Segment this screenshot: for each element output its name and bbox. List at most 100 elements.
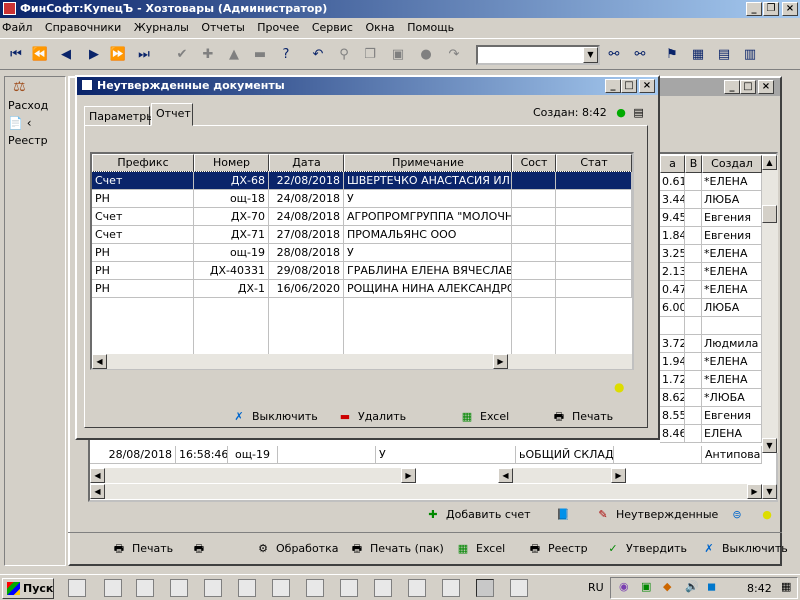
binoculars-minus-icon[interactable]: ⚯ [630, 45, 650, 65]
scroll-down-icon[interactable]: ▼ [762, 438, 777, 453]
next-record-icon[interactable]: ▶ [84, 45, 104, 65]
table-row[interactable]: 3.72 Людмила [660, 335, 762, 353]
table-row[interactable]: 8.55 Евгения [660, 407, 762, 425]
exclude-button[interactable]: ✗ Выключить [702, 542, 787, 556]
approve-button[interactable]: ✓ Утвердить [606, 542, 687, 556]
scroll-right-icon[interactable]: ▶ [401, 468, 416, 483]
taskbar-app8-icon[interactable] [510, 579, 528, 597]
add-icon[interactable]: ✚ [198, 45, 218, 65]
minimize-button[interactable]: _ [746, 2, 762, 16]
column-header-state[interactable]: Сост [512, 154, 556, 172]
prev-page-icon[interactable]: ⏪ [30, 45, 50, 65]
bg-hscroll-1[interactable]: ◀ ▶ [90, 468, 416, 483]
dialog-hscroll-2[interactable] [508, 354, 632, 369]
table-row[interactable]: РН ощ-18 24/08/2018 У [92, 190, 632, 208]
redo-icon[interactable]: ↷ [444, 45, 464, 65]
volume-icon[interactable]: 🔊 [685, 580, 699, 593]
calculator-icon[interactable]: ▦ [688, 45, 708, 65]
viber-tray-icon[interactable]: ◉ [619, 580, 629, 593]
dialog-excel-button[interactable]: ▦ Excel [460, 410, 509, 424]
windows-icon[interactable]: ▤ [714, 45, 734, 65]
scroll-down-icon[interactable]: ▼ [762, 484, 777, 499]
dialog-close-button[interactable]: × [639, 79, 655, 93]
excel-button[interactable]: ▦ Excel [456, 542, 505, 556]
scroll-left-icon[interactable]: ◀ [92, 354, 107, 369]
start-button[interactable]: Пуск [2, 578, 54, 599]
taskbar-firefox-icon[interactable] [374, 579, 392, 597]
taskbar-active-app-icon[interactable] [476, 579, 494, 597]
filter-icon[interactable]: ⚑ [662, 45, 682, 65]
first-record-icon[interactable]: ⏮ [6, 45, 26, 65]
table-row[interactable]: 2.50 ЛЮБА [660, 317, 762, 335]
tray-icon-2[interactable]: ◼ [707, 580, 716, 593]
taskbar-app7-icon[interactable] [442, 579, 460, 597]
registry-button[interactable]: 🖶 Реестр [528, 542, 588, 556]
bg-hscroll-main[interactable]: ◀ ▶ [90, 484, 762, 499]
app-tray-icon[interactable]: ◆ [663, 580, 671, 593]
table-row[interactable]: 1.94 *ЕЛЕНА [660, 353, 762, 371]
menu-service[interactable]: Сервис [312, 21, 353, 34]
scroll-left-icon[interactable]: ◀ [90, 468, 105, 483]
table-row[interactable]: Счет ДХ-70 24/08/2018 АГРОПРОМГРУППА "МОЛОЧ… [92, 208, 632, 226]
report-settings-icon[interactable]: ▤ [633, 106, 643, 119]
scroll-up-icon[interactable]: ▲ [762, 155, 777, 170]
taskbar-app6-icon[interactable] [306, 579, 324, 597]
menu-file[interactable]: Файл [2, 21, 32, 34]
next-page-icon[interactable]: ⏩ [108, 45, 128, 65]
copy-icon[interactable]: ❐ [360, 45, 380, 65]
taskbar-app2-icon[interactable] [136, 579, 154, 597]
tray-icon-3[interactable]: ▦ [781, 580, 791, 593]
scroll-right-icon[interactable]: ▶ [611, 468, 626, 483]
table-row[interactable]: 3.25 *ЕЛЕНА [660, 245, 762, 263]
dialog-maximize-button[interactable]: □ [621, 79, 637, 93]
search-combobox[interactable]: ▼ [476, 45, 600, 65]
unapproved-button[interactable]: ✎ Неутвержденные [596, 508, 718, 522]
column-header-prefix[interactable]: Префикс [92, 154, 194, 172]
taskbar-app5-icon[interactable] [272, 579, 290, 597]
bg-vertical-scrollbar[interactable]: ▲ ▼ [762, 155, 778, 453]
bg-maximize-button[interactable]: □ [740, 80, 756, 94]
dialog-hscroll[interactable]: ◀ ▶ [92, 354, 508, 369]
print-button[interactable]: 🖶 Печать [112, 542, 173, 556]
tab-report[interactable]: Отчет [151, 103, 193, 126]
taskbar-7zip-icon[interactable] [204, 579, 222, 597]
scroll-left-icon[interactable]: ◀ [498, 468, 513, 483]
left-item-registry[interactable]: Реестр [5, 132, 65, 149]
bg-hscroll-2[interactable]: ◀ ▶ [498, 468, 626, 483]
triangle-up-icon[interactable]: ▲ [224, 45, 244, 65]
taskbar-app3-icon[interactable] [170, 579, 188, 597]
table-row[interactable]: РН ДХ-40331 29/08/2018 ГРАБЛИНА ЕЛЕНА ВЯЧЕС… [92, 262, 632, 280]
chevron-down-icon[interactable]: ▼ [583, 47, 598, 63]
table-row[interactable]: 9.45 Евгения [660, 209, 762, 227]
table-row[interactable]: 0.47 *ЕЛЕНА [660, 281, 762, 299]
dialog-delete-button[interactable]: ▬ Удалить [338, 410, 406, 424]
table-row[interactable]: 2.13 *ЕЛЕНА [660, 263, 762, 281]
taskbar-folder-icon[interactable] [104, 579, 122, 597]
tab-parameters[interactable]: Параметры [84, 106, 155, 126]
dialog-exclude-button[interactable]: ✗ Выключить [232, 410, 317, 424]
table-row[interactable]: 8.46 ЕЛЕНА [660, 425, 762, 443]
document-icon[interactable]: 📄 ‹ [5, 114, 65, 132]
language-indicator[interactable]: RU [588, 581, 604, 594]
table-row[interactable]: 0.61 *ЕЛЕНА [660, 173, 762, 191]
scroll-thumb[interactable] [762, 205, 777, 223]
left-item-expense[interactable]: Расход [5, 97, 65, 114]
help-icon[interactable]: ? [276, 45, 296, 65]
menu-other[interactable]: Прочее [257, 21, 299, 34]
print-preview-icon[interactable]: 🖶 [192, 542, 212, 556]
menu-windows[interactable]: Окна [365, 21, 394, 34]
column-header-sum[interactable]: а [660, 155, 685, 173]
column-header-v[interactable]: В [685, 155, 702, 173]
table-row[interactable]: Счет ДХ-71 27/08/2018 ПРОМАЛЬЯНС ООО [92, 226, 632, 244]
column-header-number[interactable]: Номер [194, 154, 269, 172]
menu-directories[interactable]: Справочники [45, 21, 121, 34]
taskbar-app4-icon[interactable] [238, 579, 256, 597]
search-icon[interactable]: ⚲ [334, 45, 354, 65]
table-row[interactable]: 1.72 *ЕЛЕНА [660, 371, 762, 389]
menu-help[interactable]: Помощь [407, 21, 454, 34]
menu-reports[interactable]: Отчеты [201, 21, 244, 34]
scroll-left-icon[interactable]: ◀ [90, 484, 105, 499]
menu-journals[interactable]: Журналы [134, 21, 189, 34]
print-pack-button[interactable]: 🖶 Печать (пак) [350, 542, 444, 556]
column-header-creator[interactable]: Создал [702, 155, 762, 173]
